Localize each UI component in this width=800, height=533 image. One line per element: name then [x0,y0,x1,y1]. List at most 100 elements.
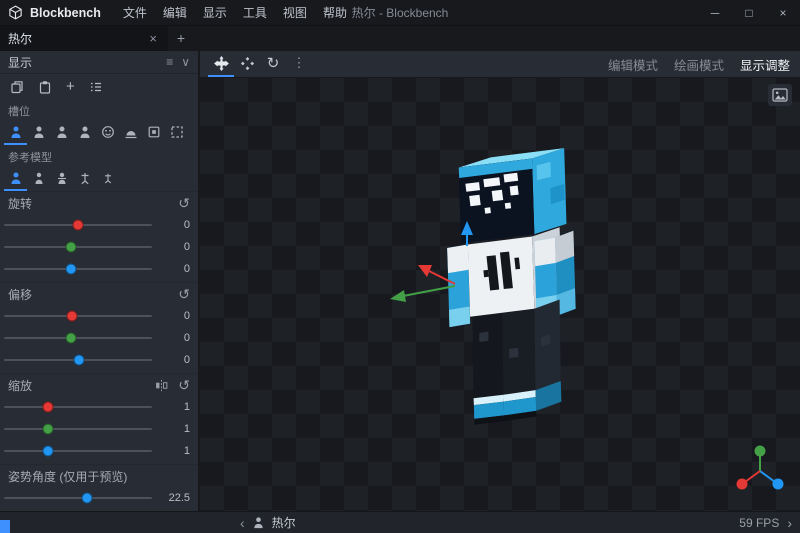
app-name: Blockbench [30,6,101,20]
panel-collapse-icon[interactable]: ∨ [181,55,190,69]
status-model-name: 热尔 [272,514,296,531]
offset-label: 偏移 [8,286,32,303]
new-tab-button[interactable]: + [168,26,194,51]
tab-close-icon[interactable]: × [146,31,160,46]
scale-x-slider[interactable]: 1 [0,396,198,418]
menu-view[interactable]: 视图 [275,0,315,26]
blockbench-logo-icon [8,5,23,20]
pose-angle-slider[interactable]: 22.5 [0,487,198,509]
slider-track[interactable] [4,315,152,317]
scale-y-slider[interactable]: 1 [0,418,198,440]
window-controls: ─ □ × [698,0,800,26]
status-chevron-right-icon[interactable]: › [787,516,792,530]
paste-icon[interactable] [38,80,52,94]
reload-icon[interactable]: ↻ [260,51,286,77]
slot-item-frame-icon[interactable] [165,121,188,145]
translate-gizmo[interactable] [200,78,800,511]
gizmo-z-arrow [461,221,473,235]
reset-offset-icon[interactable]: ↺ [178,287,190,301]
offset-x-slider[interactable]: 0 [0,305,198,327]
close-button[interactable]: × [766,0,800,26]
offset-z-value: 0 [162,354,190,366]
reset-rotation-icon[interactable]: ↺ [178,196,190,210]
offset-y-slider[interactable]: 0 [0,327,198,349]
slider-track[interactable] [4,359,152,361]
slider-track[interactable] [4,337,152,339]
project-tabbar: 热尔 × + [0,26,800,51]
viewport-canvas[interactable] [200,78,800,511]
menu-display[interactable]: 显示 [195,0,235,26]
viewport: ↻ ⋮ 编辑模式 绘画模式 显示调整 [200,51,800,511]
menu-edit[interactable]: 编辑 [155,0,195,26]
statusbar: ‹ 热尔 59 FPS › [0,511,800,533]
pose-angle-section: 姿势角度 (仅用于预览) 22.5 [0,464,198,511]
menu-tools[interactable]: 工具 [235,0,275,26]
reference-armor-stand-icon[interactable] [73,167,96,191]
axis-x-handle [737,479,748,490]
display-panel-header: 显示 ≡ ∨ [0,51,198,74]
slot-gui-icon[interactable] [142,121,165,145]
rotation-z-slider[interactable]: 0 [0,258,198,280]
slot-first-person-left-icon[interactable] [27,121,50,145]
axis-z-handle [773,479,784,490]
slider-track[interactable] [4,224,152,226]
minimize-button[interactable]: ─ [698,0,732,26]
reference-model-row [0,167,198,191]
rotation-y-slider[interactable]: 0 [0,236,198,258]
slider-track[interactable] [4,450,152,452]
display-panel-title: 显示 [8,54,32,71]
slider-track[interactable] [4,428,152,430]
toolbar-menu-icon[interactable]: ⋮ [286,51,312,77]
display-panel: 显示 ≡ ∨ + 槽位 [0,51,200,511]
axis-y-handle [755,446,766,457]
status-chevron-left-icon[interactable]: ‹ [240,516,245,530]
slot-third-person-right-icon[interactable] [50,121,73,145]
mode-display[interactable]: 显示调整 [740,55,790,74]
offset-z-slider[interactable]: 0 [0,349,198,371]
list-icon[interactable] [89,80,103,94]
add-icon[interactable]: + [66,79,75,94]
rotation-section: 旋转 ↺ 0 0 0 [0,191,198,282]
slider-track[interactable] [4,497,152,499]
slider-track[interactable] [4,268,152,270]
slot-first-person-right-icon[interactable] [4,121,27,145]
slot-ground-icon[interactable] [119,121,142,145]
pose-angle-label: 姿势角度 (仅用于预览) [8,468,127,485]
blockbench-window: Blockbench 文件 编辑 显示 工具 视图 帮助 热尔 - Blockb… [0,0,800,533]
slots-label: 槽位 [0,99,198,121]
reference-player-slim-icon[interactable] [27,167,50,191]
reference-player-icon[interactable] [4,167,27,191]
maximize-button[interactable]: □ [732,0,766,26]
scale-z-value: 1 [162,445,190,457]
reference-armor-stand-small-icon[interactable] [96,167,119,191]
slot-row [0,121,198,145]
project-tab-label: 热尔 [8,30,146,47]
panel-menu-icon[interactable]: ≡ [166,55,173,69]
offset-section: 偏移 ↺ 0 0 0 [0,282,198,373]
slot-head-icon[interactable] [96,121,119,145]
copy-icon[interactable] [10,80,24,94]
titlebar: Blockbench 文件 编辑 显示 工具 视图 帮助 热尔 - Blockb… [0,0,800,26]
scale-section: 缩放 ↺ 1 1 [0,373,198,464]
scale-x-value: 1 [162,401,190,413]
slider-track[interactable] [4,246,152,248]
mirror-icon[interactable] [155,379,168,392]
reference-zombie-icon[interactable] [50,167,73,191]
mode-paint[interactable]: 绘画模式 [674,55,724,74]
menu-file[interactable]: 文件 [115,0,155,26]
project-tab[interactable]: 热尔 × [0,26,168,51]
transform-space-icon[interactable] [234,51,260,77]
slider-track[interactable] [4,406,152,408]
background-image-button[interactable] [768,84,792,106]
rotation-label: 旋转 [8,195,32,212]
menu-help[interactable]: 帮助 [315,0,355,26]
rotation-x-slider[interactable]: 0 [0,214,198,236]
scale-label: 缩放 [8,377,32,394]
pose-angle-value: 22.5 [162,492,190,504]
scale-z-slider[interactable]: 1 [0,440,198,462]
move-tool-icon[interactable] [208,51,234,77]
mode-edit[interactable]: 编辑模式 [608,55,658,74]
orientation-gizmo[interactable] [732,441,788,497]
slot-third-person-left-icon[interactable] [73,121,96,145]
reset-scale-icon[interactable]: ↺ [178,378,190,392]
